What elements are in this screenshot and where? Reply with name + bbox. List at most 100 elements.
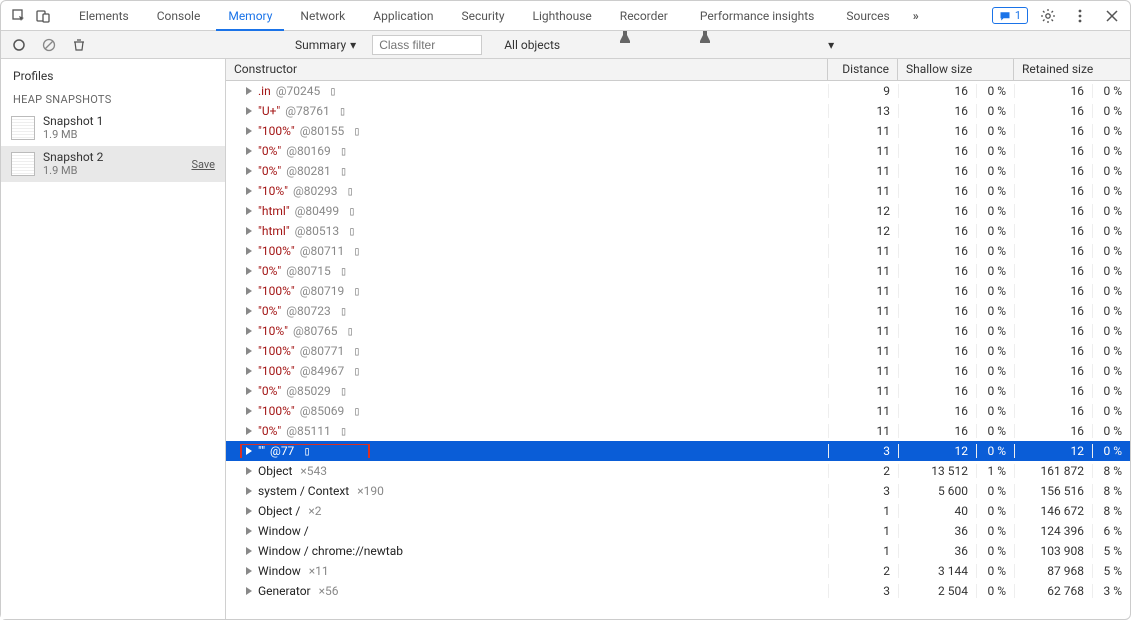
expand-triangle-icon[interactable] [246, 507, 252, 515]
table-row[interactable]: "0%" @80723 ▯ 11 16 0 % 16 0 % [226, 301, 1130, 321]
save-link[interactable]: Save [191, 158, 215, 171]
table-row[interactable]: Window / chrome://newtab 1 36 0 % 103 90… [226, 541, 1130, 561]
retainer-icon: ▯ [333, 164, 347, 178]
tab-console[interactable]: Console [143, 1, 215, 31]
table-row[interactable]: "100%" @80719 ▯ 11 16 0 % 16 0 % [226, 281, 1130, 301]
table-row[interactable]: "html" @80513 ▯ 12 16 0 % 16 0 % [226, 221, 1130, 241]
more-tabs-icon[interactable]: » [904, 4, 928, 28]
inspect-element-icon[interactable] [7, 4, 31, 28]
table-row[interactable]: "0%" @80169 ▯ 11 16 0 % 16 0 % [226, 141, 1130, 161]
table-row[interactable]: "10%" @80765 ▯ 11 16 0 % 16 0 % [226, 321, 1130, 341]
table-row[interactable]: "100%" @80771 ▯ 11 16 0 % 16 0 % [226, 341, 1130, 361]
table-row[interactable]: Object / ×2 1 40 0 % 146 672 8 % [226, 501, 1130, 521]
constructor-name: system / Context [258, 484, 349, 498]
snapshot-item[interactable]: Snapshot 2 1.9 MB Save [1, 146, 225, 182]
table-row[interactable]: Object ×543 2 13 512 1 % 161 872 8 % [226, 461, 1130, 481]
expand-triangle-icon[interactable] [246, 547, 252, 555]
expand-triangle-icon[interactable] [246, 107, 252, 115]
expand-triangle-icon[interactable] [246, 347, 252, 355]
expand-triangle-icon[interactable] [246, 187, 252, 195]
table-row[interactable]: "100%" @85069 ▯ 11 16 0 % 16 0 % [226, 401, 1130, 421]
tab-recorder[interactable]: Recorder [606, 1, 686, 31]
record-icon[interactable] [9, 35, 29, 55]
cell-retained-pct: 0 % [1092, 344, 1130, 358]
expand-triangle-icon[interactable] [246, 87, 252, 95]
clear-icon[interactable] [39, 35, 59, 55]
expand-triangle-icon[interactable] [246, 247, 252, 255]
tab-sources[interactable]: Sources [832, 1, 903, 31]
cell-shallow-size: 16 [898, 84, 976, 98]
table-row[interactable]: "html" @80499 ▯ 12 16 0 % 16 0 % [226, 201, 1130, 221]
view-select[interactable]: Summary ▾ [289, 36, 362, 54]
table-row[interactable]: "0%" @85029 ▯ 11 16 0 % 16 0 % [226, 381, 1130, 401]
tab-network[interactable]: Network [286, 1, 359, 31]
table-row[interactable]: system / Context ×190 3 5 600 0 % 156 51… [226, 481, 1130, 501]
tab-elements[interactable]: Elements [65, 1, 143, 31]
settings-icon[interactable] [1036, 4, 1060, 28]
cell-distance: 1 [828, 524, 898, 538]
expand-triangle-icon[interactable] [246, 147, 252, 155]
expand-triangle-icon[interactable] [246, 467, 252, 475]
snapshot-item[interactable]: Snapshot 1 1.9 MB [1, 110, 225, 146]
expand-triangle-icon[interactable] [246, 287, 252, 295]
table-row[interactable]: "100%" @84967 ▯ 11 16 0 % 16 0 % [226, 361, 1130, 381]
expand-triangle-icon[interactable] [246, 427, 252, 435]
expand-triangle-icon[interactable] [246, 447, 252, 455]
expand-triangle-icon[interactable] [246, 387, 252, 395]
tab-memory[interactable]: Memory [214, 1, 286, 31]
tab-application[interactable]: Application [359, 1, 447, 31]
table-row[interactable]: Window ×11 2 3 144 0 % 87 968 5 % [226, 561, 1130, 581]
expand-triangle-icon[interactable] [246, 487, 252, 495]
table-row[interactable]: "0%" @80281 ▯ 11 16 0 % 16 0 % [226, 161, 1130, 181]
table-row[interactable]: "U+" @78761 ▯ 13 16 0 % 16 0 % [226, 101, 1130, 121]
cell-retained-pct: 0 % [1092, 264, 1130, 278]
table-row[interactable]: "100%" @80711 ▯ 11 16 0 % 16 0 % [226, 241, 1130, 261]
close-icon[interactable] [1100, 4, 1124, 28]
table-row[interactable]: "" @77 ▯ 3 12 0 % 12 0 % [226, 441, 1130, 461]
tab-lighthouse[interactable]: Lighthouse [519, 1, 606, 31]
table-row[interactable]: "10%" @80293 ▯ 11 16 0 % 16 0 % [226, 181, 1130, 201]
tab-security[interactable]: Security [448, 1, 519, 31]
cell-distance: 1 [828, 544, 898, 558]
cell-retained-pct: 0 % [1092, 124, 1130, 138]
col-retained[interactable]: Retained size [1014, 59, 1130, 80]
device-toggle-icon[interactable] [31, 4, 55, 28]
col-constructor[interactable]: Constructor [226, 59, 828, 80]
expand-triangle-icon[interactable] [246, 567, 252, 575]
instance-count: ×2 [302, 504, 321, 518]
col-shallow[interactable]: Shallow size [898, 59, 1014, 80]
table-row[interactable]: Window / 1 36 0 % 124 396 6 % [226, 521, 1130, 541]
expand-triangle-icon[interactable] [246, 267, 252, 275]
cell-retained-pct: 0 % [1092, 144, 1130, 158]
tab-performance-insights[interactable]: Performance insights [686, 1, 833, 31]
expand-triangle-icon[interactable] [246, 327, 252, 335]
table-row[interactable]: "0%" @85111 ▯ 11 16 0 % 16 0 % [226, 421, 1130, 441]
instance-count: ×56 [313, 584, 339, 598]
expand-triangle-icon[interactable] [246, 367, 252, 375]
expand-triangle-icon[interactable] [246, 227, 252, 235]
cell-retained-pct: 5 % [1092, 544, 1130, 558]
expand-triangle-icon[interactable] [246, 127, 252, 135]
expand-triangle-icon[interactable] [246, 207, 252, 215]
expand-triangle-icon[interactable] [246, 527, 252, 535]
expand-triangle-icon[interactable] [246, 307, 252, 315]
cell-shallow-pct: 0 % [976, 164, 1014, 178]
expand-triangle-icon[interactable] [246, 587, 252, 595]
messages-badge[interactable]: 1 [992, 7, 1028, 24]
delete-icon[interactable] [69, 35, 89, 55]
cell-retained-size: 87 968 [1014, 564, 1092, 578]
snapshot-icon [11, 116, 35, 140]
col-distance[interactable]: Distance [828, 59, 898, 80]
cell-shallow-pct: 0 % [976, 504, 1014, 518]
table-row[interactable]: .in @70245 ▯ 9 16 0 % 16 0 % [226, 81, 1130, 101]
expand-triangle-icon[interactable] [246, 167, 252, 175]
object-id: @80771 [297, 344, 344, 358]
table-row[interactable]: Generator ×56 3 2 504 0 % 62 768 3 % [226, 581, 1130, 601]
kebab-menu-icon[interactable] [1068, 4, 1092, 28]
table-row[interactable]: "0%" @80715 ▯ 11 16 0 % 16 0 % [226, 261, 1130, 281]
cell-shallow-pct: 0 % [976, 224, 1014, 238]
expand-triangle-icon[interactable] [246, 407, 252, 415]
table-row[interactable]: "100%" @80155 ▯ 11 16 0 % 16 0 % [226, 121, 1130, 141]
class-filter-input[interactable] [372, 35, 482, 55]
cell-retained-pct: 8 % [1092, 484, 1130, 498]
